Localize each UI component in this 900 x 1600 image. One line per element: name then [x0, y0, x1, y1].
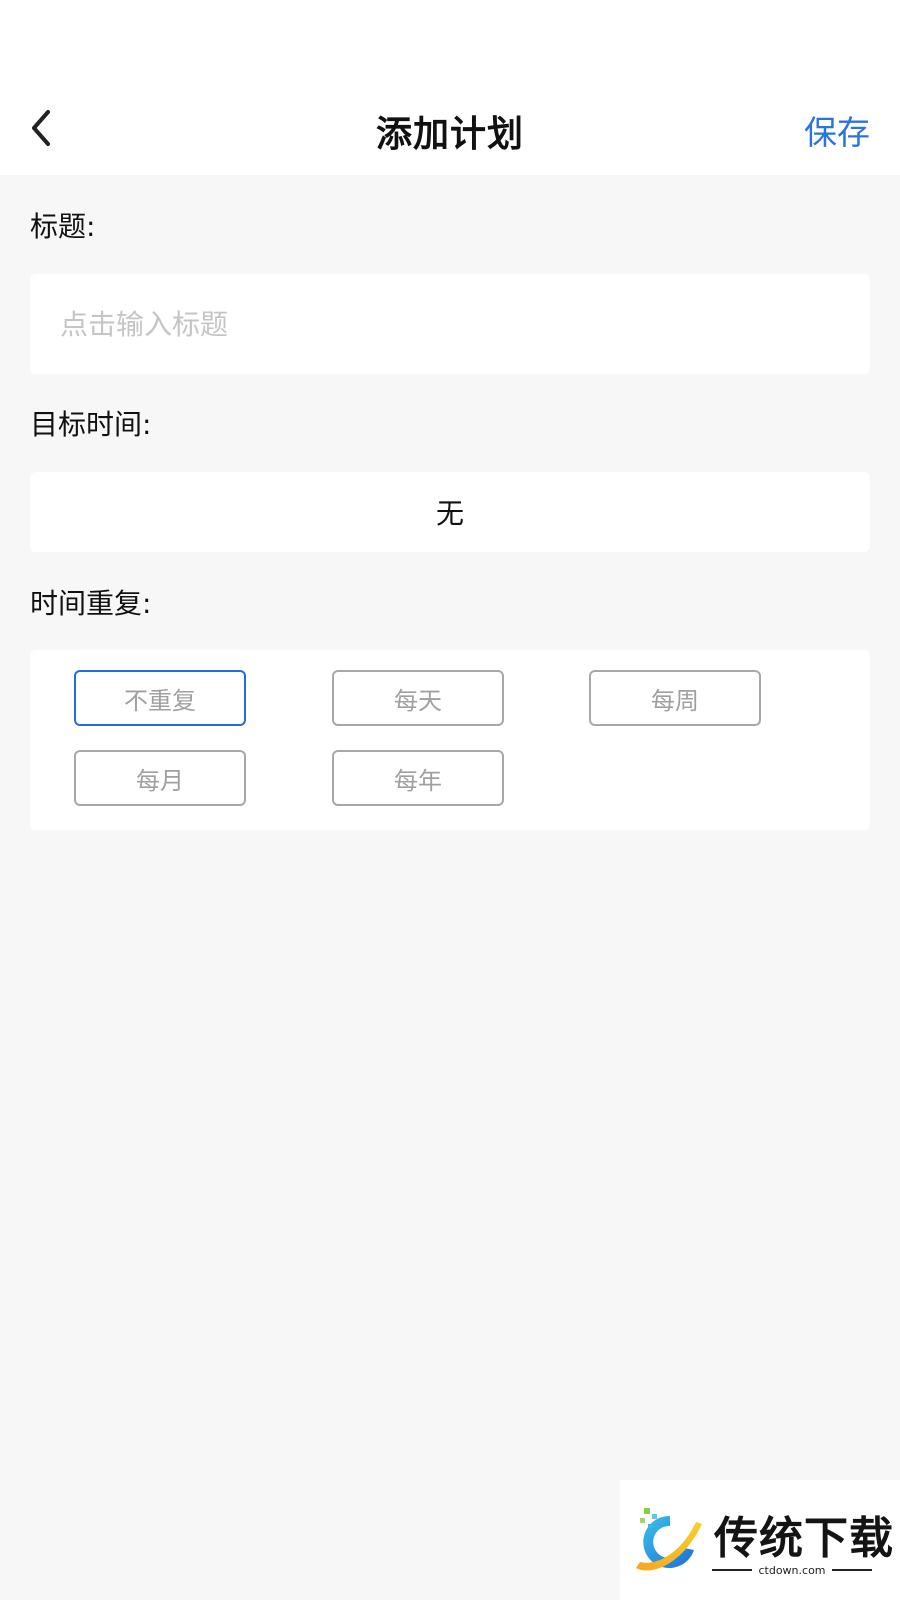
- title-input[interactable]: [30, 274, 870, 374]
- header-bar: 添加计划 保存: [0, 90, 900, 175]
- watermark-divider: [712, 1569, 753, 1571]
- watermark-divider: [831, 1569, 872, 1571]
- repeat-option-weekly[interactable]: 每周: [589, 670, 761, 726]
- repeat-option-daily[interactable]: 每天: [332, 670, 504, 726]
- repeat-label: 时间重复:: [30, 587, 152, 620]
- repeat-option-none[interactable]: 不重复: [74, 670, 246, 726]
- target-time-label: 目标时间:: [30, 408, 152, 441]
- save-button[interactable]: 保存: [804, 106, 870, 154]
- repeat-options-card: 不重复 每天 每周 每月 每年: [30, 650, 870, 830]
- watermark-url: ctdown.com: [758, 1563, 826, 1577]
- watermark-url-row: ctdown.com: [712, 1562, 872, 1578]
- watermark: 传统下载 ctdown.com: [620, 1480, 900, 1600]
- watermark-logo-icon: [630, 1502, 710, 1586]
- target-time-selector[interactable]: 无: [30, 472, 870, 552]
- page-title: 添加计划: [375, 114, 524, 155]
- title-label: 标题:: [30, 210, 96, 243]
- repeat-option-monthly[interactable]: 每月: [74, 750, 246, 806]
- status-bar: [0, 0, 900, 90]
- repeat-option-yearly[interactable]: 每年: [332, 750, 504, 806]
- target-time-value: 无: [435, 497, 464, 530]
- watermark-brand: 传统下载: [714, 1513, 894, 1564]
- title-input-card: [30, 274, 870, 374]
